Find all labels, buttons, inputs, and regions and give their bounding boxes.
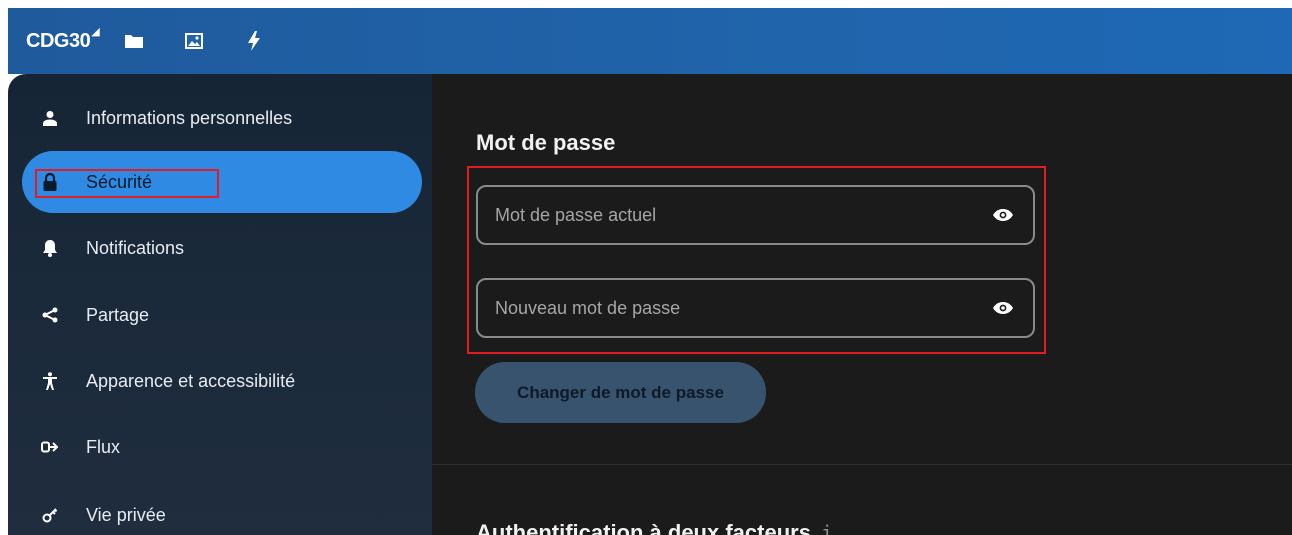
sidebar-item-label: Vie privée [86,504,166,525]
sidebar-item-label: Partage [86,304,150,325]
sidebar-item-security[interactable]: Sécurité [22,151,422,213]
person-icon [40,108,60,128]
show-password-eye-icon[interactable] [991,203,1015,227]
section-divider [432,464,1292,465]
sidebar-item-sharing[interactable]: Partage [8,284,432,346]
new-password-input[interactable] [495,297,991,319]
change-password-button[interactable]: Changer de mot de passe [475,362,766,423]
new-password-field[interactable] [476,278,1035,338]
sidebar-item-label: Informations personnelles [86,107,293,128]
main-panel: Mot de passe Changer de mot de passe Aut… [432,74,1292,535]
current-password-field[interactable] [476,185,1035,245]
info-icon[interactable]: i [821,521,833,535]
sidebar-item-label: Notifications [86,237,185,258]
password-section-title: Mot de passe [476,130,616,155]
show-password-eye-icon[interactable] [991,296,1015,320]
lock-icon [40,172,60,192]
image-icon[interactable] [183,30,205,52]
sidebar-item-label: Sécurité [86,171,153,192]
twofa-title-text: Authentification à deux facteurs [476,520,811,535]
sidebar-item-appearance[interactable]: Apparence et accessibilité [8,350,432,412]
lightning-icon[interactable] [243,30,265,52]
brand-logo[interactable]: CDG30 ◢ [26,26,100,53]
accessibility-icon [40,371,60,391]
sidebar-item-label: Apparence et accessibilité [86,370,296,391]
share-icon [40,305,60,325]
bell-icon [40,238,60,258]
brand-mark-icon: ◢ [91,25,100,38]
brand-name: CDG30 [26,29,91,52]
sidebar-item-flow[interactable]: Flux [8,416,432,478]
folder-icon[interactable] [123,30,145,52]
sidebar-item-personal-info[interactable]: Informations personnelles [8,87,432,149]
flow-icon [40,437,60,457]
twofa-section-title: Authentification à deux facteurs i [476,520,833,535]
top-bar: CDG30 ◢ [8,8,1292,74]
current-password-input[interactable] [495,204,991,226]
key-icon [40,505,60,525]
sidebar-item-privacy[interactable]: Vie privée [8,484,432,535]
sidebar-item-notifications[interactable]: Notifications [8,217,432,279]
sidebar-item-label: Flux [86,436,121,457]
sidebar: Informations personnelles Sécurité Notif… [8,74,432,535]
